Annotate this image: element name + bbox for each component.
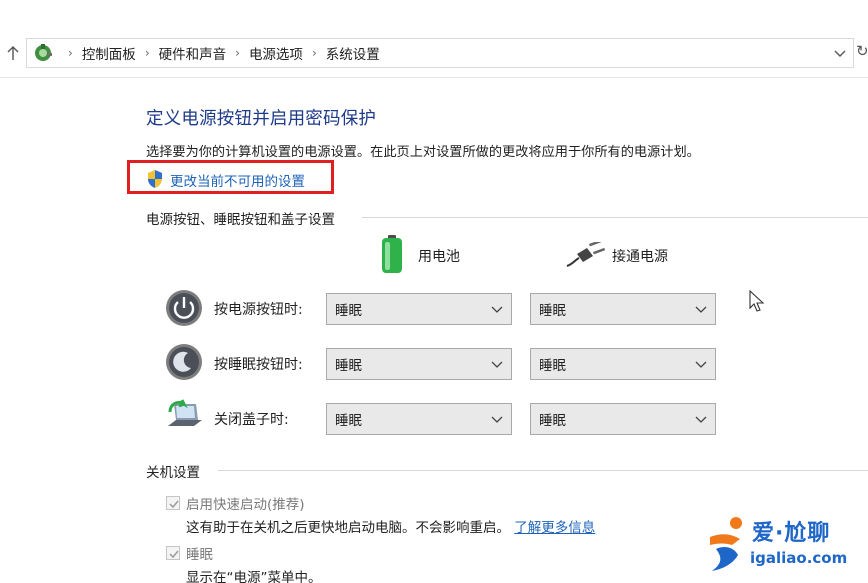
refresh-icon[interactable]: ↻ — [856, 42, 868, 62]
power-buttons-heading: 电源按钮、睡眠按钮和盖子设置 — [146, 212, 335, 228]
chevron-down-icon — [695, 361, 707, 368]
watermark: 爱·尬聊 igaliao.com — [706, 513, 866, 581]
chevron-down-icon — [491, 361, 503, 368]
plug-icon — [566, 242, 605, 267]
select-value: 睡眠 — [539, 303, 566, 319]
mouse-cursor-icon — [749, 290, 765, 312]
checkmark-icon — [169, 550, 179, 559]
sleep-button-battery-select[interactable]: 睡眠 — [326, 348, 512, 380]
column-plugged-in-label: 接通电源 — [612, 249, 668, 265]
power-button-icon — [166, 290, 202, 326]
sleep-button-icon — [166, 344, 202, 380]
power-button-battery-select[interactable]: 睡眠 — [326, 293, 512, 325]
page-description: 选择要为你的计算机设置的电源设置。在此页上对设置所做的更改将应用于你所有的电源计… — [146, 145, 700, 160]
row-label-power-button: 按电源按钮时: — [214, 302, 303, 318]
group-divider — [218, 470, 868, 471]
sleep-option-label: 睡眠 — [186, 547, 213, 563]
group-divider — [362, 217, 868, 218]
power-button-plugged-select[interactable]: 睡眠 — [530, 293, 716, 325]
control-panel-icon — [35, 44, 52, 61]
up-arrow-button[interactable] — [0, 38, 26, 68]
chevron-down-icon — [491, 416, 503, 423]
watermark-en-text: igaliao.com — [750, 549, 848, 567]
breadcrumb-separator: › — [311, 46, 317, 60]
fast-startup-checkbox[interactable] — [166, 496, 180, 510]
select-value: 睡眠 — [335, 303, 362, 319]
select-value: 睡眠 — [335, 358, 362, 374]
breadcrumb-control-panel[interactable]: 控制面板 — [82, 43, 136, 63]
sleep-checkbox[interactable] — [166, 546, 180, 560]
column-battery-label: 用电池 — [418, 249, 460, 265]
address-dropdown-icon[interactable] — [833, 46, 847, 60]
fast-startup-description: 这有助于在关机之后更快地启动电脑。不会影响重启。 了解更多信息 — [186, 516, 595, 536]
breadcrumb-hardware-sound[interactable]: 硬件和声音 — [159, 43, 227, 63]
shutdown-heading: 关机设置 — [146, 465, 200, 481]
up-arrow-icon — [7, 46, 19, 60]
row-label-close-lid: 关闭盖子时: — [214, 412, 289, 428]
select-value: 睡眠 — [335, 413, 362, 429]
window-top-area — [0, 0, 868, 36]
laptop-lid-icon — [168, 399, 202, 426]
watermark-cn-text: 爱·尬聊 — [752, 521, 831, 546]
close-lid-battery-select[interactable]: 睡眠 — [326, 403, 512, 435]
address-bar-divider — [0, 77, 868, 78]
page-title: 定义电源按钮并启用密码保护 — [146, 109, 377, 129]
row-label-sleep-button: 按睡眠按钮时: — [214, 357, 303, 373]
address-box[interactable]: › 控制面板 › 硬件和声音 › 电源选项 › 系统设置 — [26, 38, 854, 68]
select-value: 睡眠 — [539, 413, 566, 429]
uac-shield-icon — [148, 170, 162, 188]
sleep-button-plugged-select[interactable]: 睡眠 — [530, 348, 716, 380]
learn-more-link[interactable]: 了解更多信息 — [514, 520, 595, 536]
address-bar-row: › 控制面板 › 硬件和声音 › 电源选项 › 系统设置 ↻ — [0, 36, 868, 70]
breadcrumb-power-options[interactable]: 电源选项 — [249, 43, 303, 63]
fast-startup-desc-text: 这有助于在关机之后更快地启动电脑。不会影响重启。 — [186, 520, 510, 536]
breadcrumb-separator: › — [68, 46, 73, 60]
battery-icon — [382, 235, 402, 273]
select-value: 睡眠 — [539, 358, 566, 374]
sleep-option-description: 显示在“电源”菜单中。 — [186, 570, 322, 583]
watermark-logo-icon — [710, 517, 742, 571]
chevron-down-icon — [695, 416, 707, 423]
fast-startup-label: 启用快速启动(推荐) — [186, 497, 305, 513]
change-unavailable-settings-link[interactable]: 更改当前不可用的设置 — [170, 170, 305, 190]
breadcrumb-separator: › — [235, 46, 240, 60]
checkmark-icon — [169, 500, 179, 509]
chevron-down-icon — [491, 306, 503, 313]
close-lid-plugged-select[interactable]: 睡眠 — [530, 403, 716, 435]
chevron-down-icon — [695, 306, 707, 313]
breadcrumb-system-settings[interactable]: 系统设置 — [326, 43, 380, 63]
breadcrumb-separator: › — [144, 46, 150, 60]
